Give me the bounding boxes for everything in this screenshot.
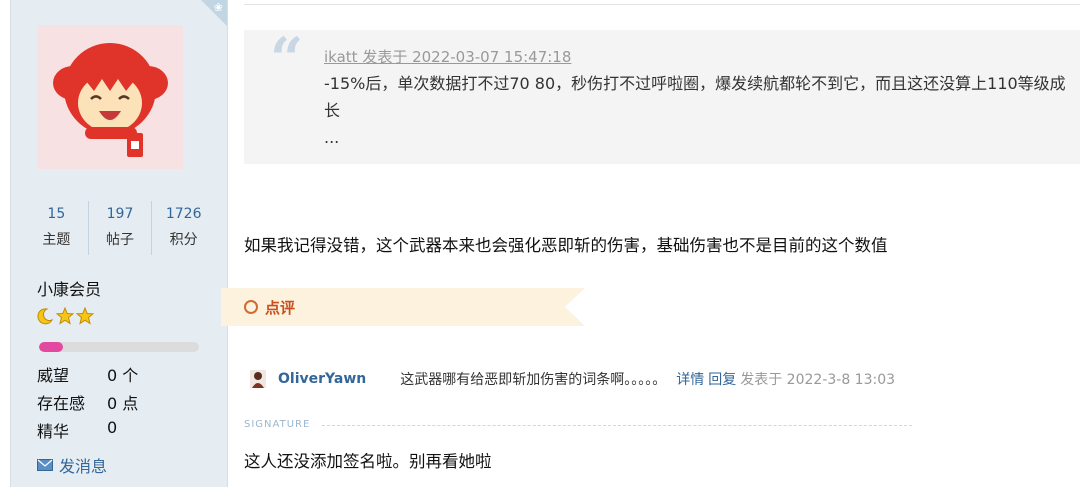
comment-timestamp: 发表于 2022-3-8 13:03	[740, 372, 896, 388]
star-icon	[56, 307, 74, 325]
quote-block: “ ikatt 发表于 2022-03-07 15:47:18 -15%后，单次…	[244, 30, 1080, 164]
rating-banner: 点评	[221, 288, 585, 326]
attr-label: 存在感	[37, 394, 86, 413]
progress-fill	[39, 342, 63, 352]
stat-value[interactable]: 197	[89, 203, 152, 225]
star-icon	[76, 307, 94, 325]
stat-value[interactable]: 15	[25, 203, 88, 225]
commenter-avatar[interactable]	[250, 370, 266, 388]
quote-text: -15%后，单次数据打不过70 80，秒伤打不过呼啦圈，爆发续航都轮不到它，而且…	[324, 74, 1066, 120]
level-progress-bar	[39, 342, 199, 352]
user-sidebar: ❀ 15 主题 197 帖子 1726 积分 小康会员 威望 0 个 存在感 0…	[10, 0, 228, 487]
post-body: 如果我记得没错，这个武器本来也会强化恶即斩的伤害，基础伤害也不是目前的这个数值	[244, 236, 888, 255]
attr-reputation: 威望 0 个	[37, 362, 138, 386]
commenter-avatar-image	[250, 370, 266, 388]
stat-label: 积分	[169, 232, 198, 248]
stat-points[interactable]: 1726 积分	[151, 201, 215, 255]
commenter-username[interactable]: OliverYawn	[278, 371, 366, 387]
quote-ellipsis: ...	[324, 128, 340, 147]
stat-value[interactable]: 1726	[152, 203, 215, 225]
avatar-image	[53, 43, 168, 157]
user-group[interactable]: 小康会员	[37, 276, 101, 300]
attr-presence: 存在感 0 点	[37, 390, 138, 414]
circle-icon	[244, 300, 258, 314]
stat-posts[interactable]: 197 帖子	[87, 201, 152, 255]
attr-digest: 精华 0	[37, 418, 117, 442]
rating-label: 点评	[265, 299, 296, 317]
user-stats: 15 主题 197 帖子 1726 积分	[25, 201, 215, 255]
comment-detail-link[interactable]: 详情	[676, 369, 704, 389]
attr-value: 0 点	[107, 394, 139, 413]
send-message-label[interactable]: 发消息	[59, 453, 107, 477]
comment-row: OliverYawn 这武器哪有给恶即斩加伤害的词条啊。。。。。 详情 回复 发…	[250, 368, 895, 390]
quote-author-link[interactable]: ikatt 发表于 2022-03-07 15:47:18	[324, 46, 571, 67]
rank-stars	[36, 307, 94, 325]
stat-label: 帖子	[106, 232, 134, 248]
signature-label: SIGNATURE	[244, 419, 311, 430]
avatar[interactable]	[37, 25, 183, 169]
moon-icon	[37, 308, 54, 325]
quote-mark-icon: “	[270, 25, 304, 93]
envelope-icon	[37, 459, 53, 471]
signature-text: 这人还没添加签名啦。别再看她啦	[244, 452, 492, 471]
attr-value: 0 个	[107, 366, 139, 385]
comment-text: 这武器哪有给恶即斩加伤害的词条啊。。。。。	[400, 372, 667, 388]
attr-label: 威望	[37, 366, 70, 385]
stat-threads[interactable]: 15 主题	[25, 201, 88, 255]
divider	[244, 4, 1080, 5]
stat-label: 主题	[42, 232, 71, 248]
attr-value: 0	[107, 418, 118, 437]
apple-icon: ❀	[213, 1, 223, 14]
attr-label: 精华	[37, 422, 70, 441]
send-message-link[interactable]: 发消息	[37, 453, 107, 477]
signature-divider	[322, 425, 912, 426]
comment-reply-link[interactable]: 回复	[708, 369, 736, 389]
